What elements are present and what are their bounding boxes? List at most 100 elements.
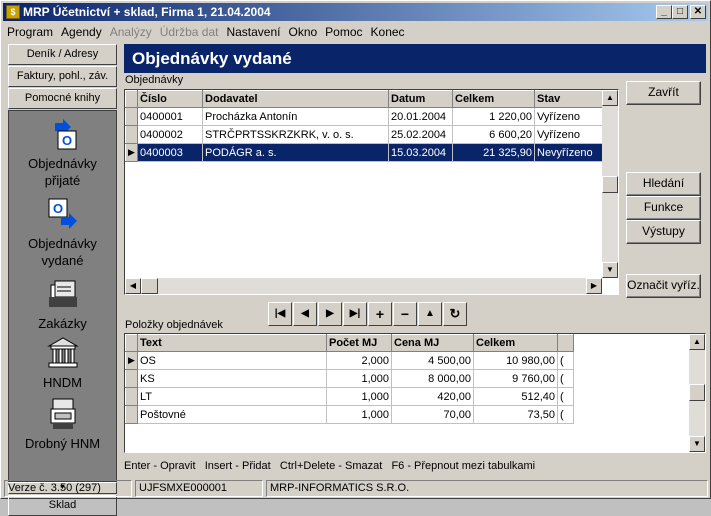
table-row-selected[interactable]: ▶ 0400003 PODÁGR a. s. 15.03.2004 21 325…	[125, 143, 605, 162]
sidebar-item-label: Drobný HNM	[24, 436, 101, 451]
cell-text: KS	[137, 369, 327, 388]
row-indicator-header	[125, 334, 138, 352]
items-label: Položky objednávek	[125, 319, 223, 331]
items-grid[interactable]: Text Počet MJ Cena MJ Celkem ▶ OS 2,000 …	[124, 333, 706, 453]
sidebar-item-hndm[interactable]: HNDM	[9, 336, 116, 391]
row-indicator-header	[125, 90, 138, 108]
cell-pocet-mj: 2,000	[326, 351, 392, 370]
col-header-extra[interactable]	[557, 334, 574, 352]
items-vertical-scrollbar[interactable]: ▲ ▼	[689, 334, 705, 452]
cell-cena-mj: 8 000,00	[391, 369, 474, 388]
maximize-button[interactable]: □	[672, 5, 688, 19]
current-row-arrow-icon: ▶	[125, 143, 138, 162]
scroll-thumb[interactable]	[689, 384, 705, 401]
table-row[interactable]: KS 1,000 8 000,00 9 760,00 (	[125, 369, 574, 388]
keyboard-hint: Enter - Opravit Insert - Přidat Ctrl+Del…	[124, 460, 536, 472]
menu-konec[interactable]: Konec	[367, 25, 409, 39]
row-indicator	[125, 107, 138, 126]
cell-pocet-mj: 1,000	[326, 369, 392, 388]
scroll-thumb[interactable]	[141, 278, 158, 294]
scroll-down-button[interactable]: ▼	[602, 262, 618, 278]
menu-udrzba-dat: Údržba dat	[159, 24, 219, 39]
sidebar-tab-denik[interactable]: Deník / Adresy	[8, 44, 117, 65]
sidebar-item-label: Objednávky	[28, 236, 97, 251]
cell-celkem: 1 220,00	[452, 107, 535, 126]
orders-horizontal-scrollbar[interactable]: ◀ ▶	[125, 278, 602, 294]
sidebar-item-objednavky-vydane[interactable]: O Objednávky vydané	[9, 197, 116, 269]
delete-record-icon[interactable]: −	[393, 302, 417, 326]
table-row-selected[interactable]: ▶ OS 2,000 4 500,00 10 980,00 (	[125, 351, 574, 370]
close-button[interactable]: Zavřít	[626, 81, 701, 105]
svg-text:O: O	[52, 201, 62, 216]
last-record-icon[interactable]: ▶|	[343, 302, 367, 326]
col-header-pocet-mj[interactable]: Počet MJ	[326, 334, 392, 352]
close-window-button[interactable]: ✕	[690, 5, 706, 19]
col-header-cena-mj[interactable]: Cena MJ	[391, 334, 474, 352]
col-header-cislo[interactable]: Číslo	[137, 90, 203, 108]
title-bar[interactable]: $ MRP Účetnictví + sklad, Firma 1, 21.04…	[3, 3, 708, 21]
first-record-icon[interactable]: |◀	[268, 302, 292, 326]
table-row[interactable]: 0400001 Procházka Antonín 20.01.2004 1 2…	[125, 107, 605, 126]
scroll-thumb[interactable]	[602, 176, 618, 193]
menu-okno[interactable]: Okno	[284, 25, 321, 39]
col-header-datum[interactable]: Datum	[388, 90, 453, 108]
menu-program[interactable]: Program	[3, 25, 57, 39]
cell-celkem: 9 760,00	[473, 369, 558, 388]
sidebar-item-zakazky[interactable]: Zakázky	[9, 277, 116, 332]
sidebar-item-drobny-hnm[interactable]: Drobný HNM	[9, 397, 116, 452]
sidebar-item-objednavky-prijate[interactable]: O Objednávky přijaté	[9, 117, 116, 189]
menu-pomoc[interactable]: Pomoc	[321, 25, 366, 39]
scroll-left-button[interactable]: ◀	[125, 278, 141, 294]
sidebar-item-label: vydané	[41, 253, 84, 268]
cell-celkem: 512,40	[473, 387, 558, 406]
refresh-icon[interactable]: ↻	[443, 302, 467, 326]
col-header-stav[interactable]: Stav	[534, 90, 605, 108]
cell-cena-mj: 4 500,00	[391, 351, 474, 370]
menu-nastaveni[interactable]: Nastavení	[222, 25, 284, 39]
menu-agendy[interactable]: Agendy	[57, 25, 106, 39]
mark-done-button[interactable]: Označit vyříz.	[626, 274, 701, 298]
add-record-icon[interactable]: +	[368, 302, 392, 326]
app-icon: $	[6, 5, 20, 19]
sidebar-tab-pomocne-knihy[interactable]: Pomocné knihy	[8, 88, 117, 109]
col-header-text[interactable]: Text	[137, 334, 327, 352]
next-record-icon[interactable]: ▶	[318, 302, 342, 326]
col-header-dodavatel[interactable]: Dodavatel	[202, 90, 389, 108]
minimize-button[interactable]: _	[656, 5, 672, 19]
prev-record-icon[interactable]: ◀	[293, 302, 317, 326]
building-icon	[46, 337, 79, 368]
table-row[interactable]: LT 1,000 420,00 512,40 (	[125, 387, 574, 406]
cell-stav: Vyřízeno	[534, 125, 605, 144]
orders-vertical-scrollbar[interactable]: ▲ ▼	[602, 90, 618, 278]
scroll-up-button[interactable]: ▲	[689, 334, 705, 350]
row-indicator	[125, 387, 138, 406]
scroll-up-button[interactable]: ▲	[602, 90, 618, 106]
status-version: Verze č. 3.50 (297)	[4, 480, 132, 497]
outputs-button[interactable]: Výstupy	[626, 220, 701, 244]
status-code: UJFSMXE000001	[135, 480, 263, 497]
cell-stav: Vyřízeno	[534, 107, 605, 126]
contracts-icon	[48, 280, 77, 307]
scroll-right-button[interactable]: ▶	[586, 278, 602, 294]
col-header-celkem[interactable]: Celkem	[452, 90, 535, 108]
orders-grid[interactable]: Číslo Dodavatel Datum Celkem Stav 040000…	[124, 89, 619, 295]
sidebar-item-label: Zakázky	[38, 316, 87, 331]
edit-record-icon[interactable]: ▲	[418, 302, 442, 326]
row-indicator	[125, 369, 138, 388]
cell-extra: (	[557, 369, 574, 388]
cell-datum: 15.03.2004	[388, 143, 453, 162]
sidebar-tab-sklad[interactable]: Sklad	[8, 495, 117, 516]
cell-text: LT	[137, 387, 327, 406]
table-row[interactable]: 0400002 STRČPRTSSKRZKRK, v. o. s. 25.02.…	[125, 125, 605, 144]
cell-cislo: 0400001	[137, 107, 203, 126]
functions-button[interactable]: Funkce	[626, 196, 701, 220]
table-row[interactable]: Poštovné 1,000 70,00 73,50 (	[125, 405, 574, 424]
order-issued-icon: O	[48, 198, 77, 229]
search-button[interactable]: Hledání	[626, 172, 701, 196]
sidebar-panel: O Objednávky přijaté O Objednávky vydané	[8, 110, 117, 482]
col-header-celkem[interactable]: Celkem	[473, 334, 558, 352]
scroll-down-button[interactable]: ▼	[689, 436, 705, 452]
row-indicator	[125, 405, 138, 424]
tools-icon	[50, 398, 75, 429]
sidebar-tab-faktury[interactable]: Faktury, pohl., záv.	[8, 66, 117, 87]
